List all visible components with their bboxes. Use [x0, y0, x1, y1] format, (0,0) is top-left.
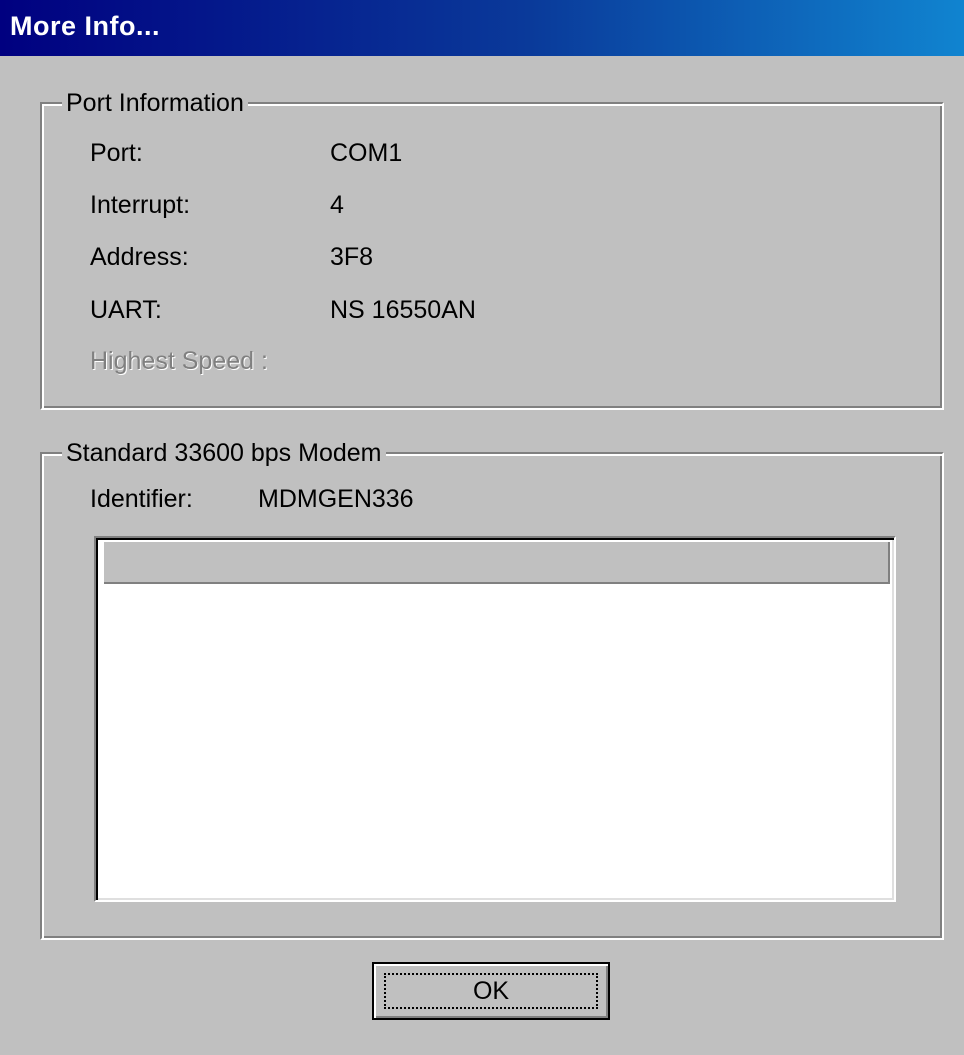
more-info-dialog: More Info... Port Information Port: COM1… [0, 0, 964, 1055]
interrupt-label: Interrupt: [90, 191, 191, 219]
modem-legend: Standard 33600 bps Modem [62, 438, 386, 468]
modem-details-list[interactable] [94, 536, 896, 902]
address-value: 3F8 [330, 243, 374, 271]
highest-speed-label: Highest Speed : [90, 347, 268, 375]
window-title: More Info... [10, 11, 160, 41]
interrupt-value: 4 [330, 191, 344, 219]
identifier-label: Identifier: [90, 485, 193, 513]
ok-button[interactable]: OK [372, 962, 610, 1020]
uart-value: NS 16550AN [330, 296, 476, 324]
port-information-legend: Port Information [62, 88, 248, 118]
port-label: Port: [90, 139, 143, 167]
title-bar[interactable]: More Info... [0, 0, 964, 56]
ok-button-label: OK [472, 977, 510, 1005]
port-value: COM1 [330, 139, 403, 167]
list-header [100, 542, 890, 584]
uart-label: UART: [90, 296, 162, 324]
address-label: Address: [90, 243, 189, 271]
identifier-value: MDMGEN336 [258, 485, 414, 513]
